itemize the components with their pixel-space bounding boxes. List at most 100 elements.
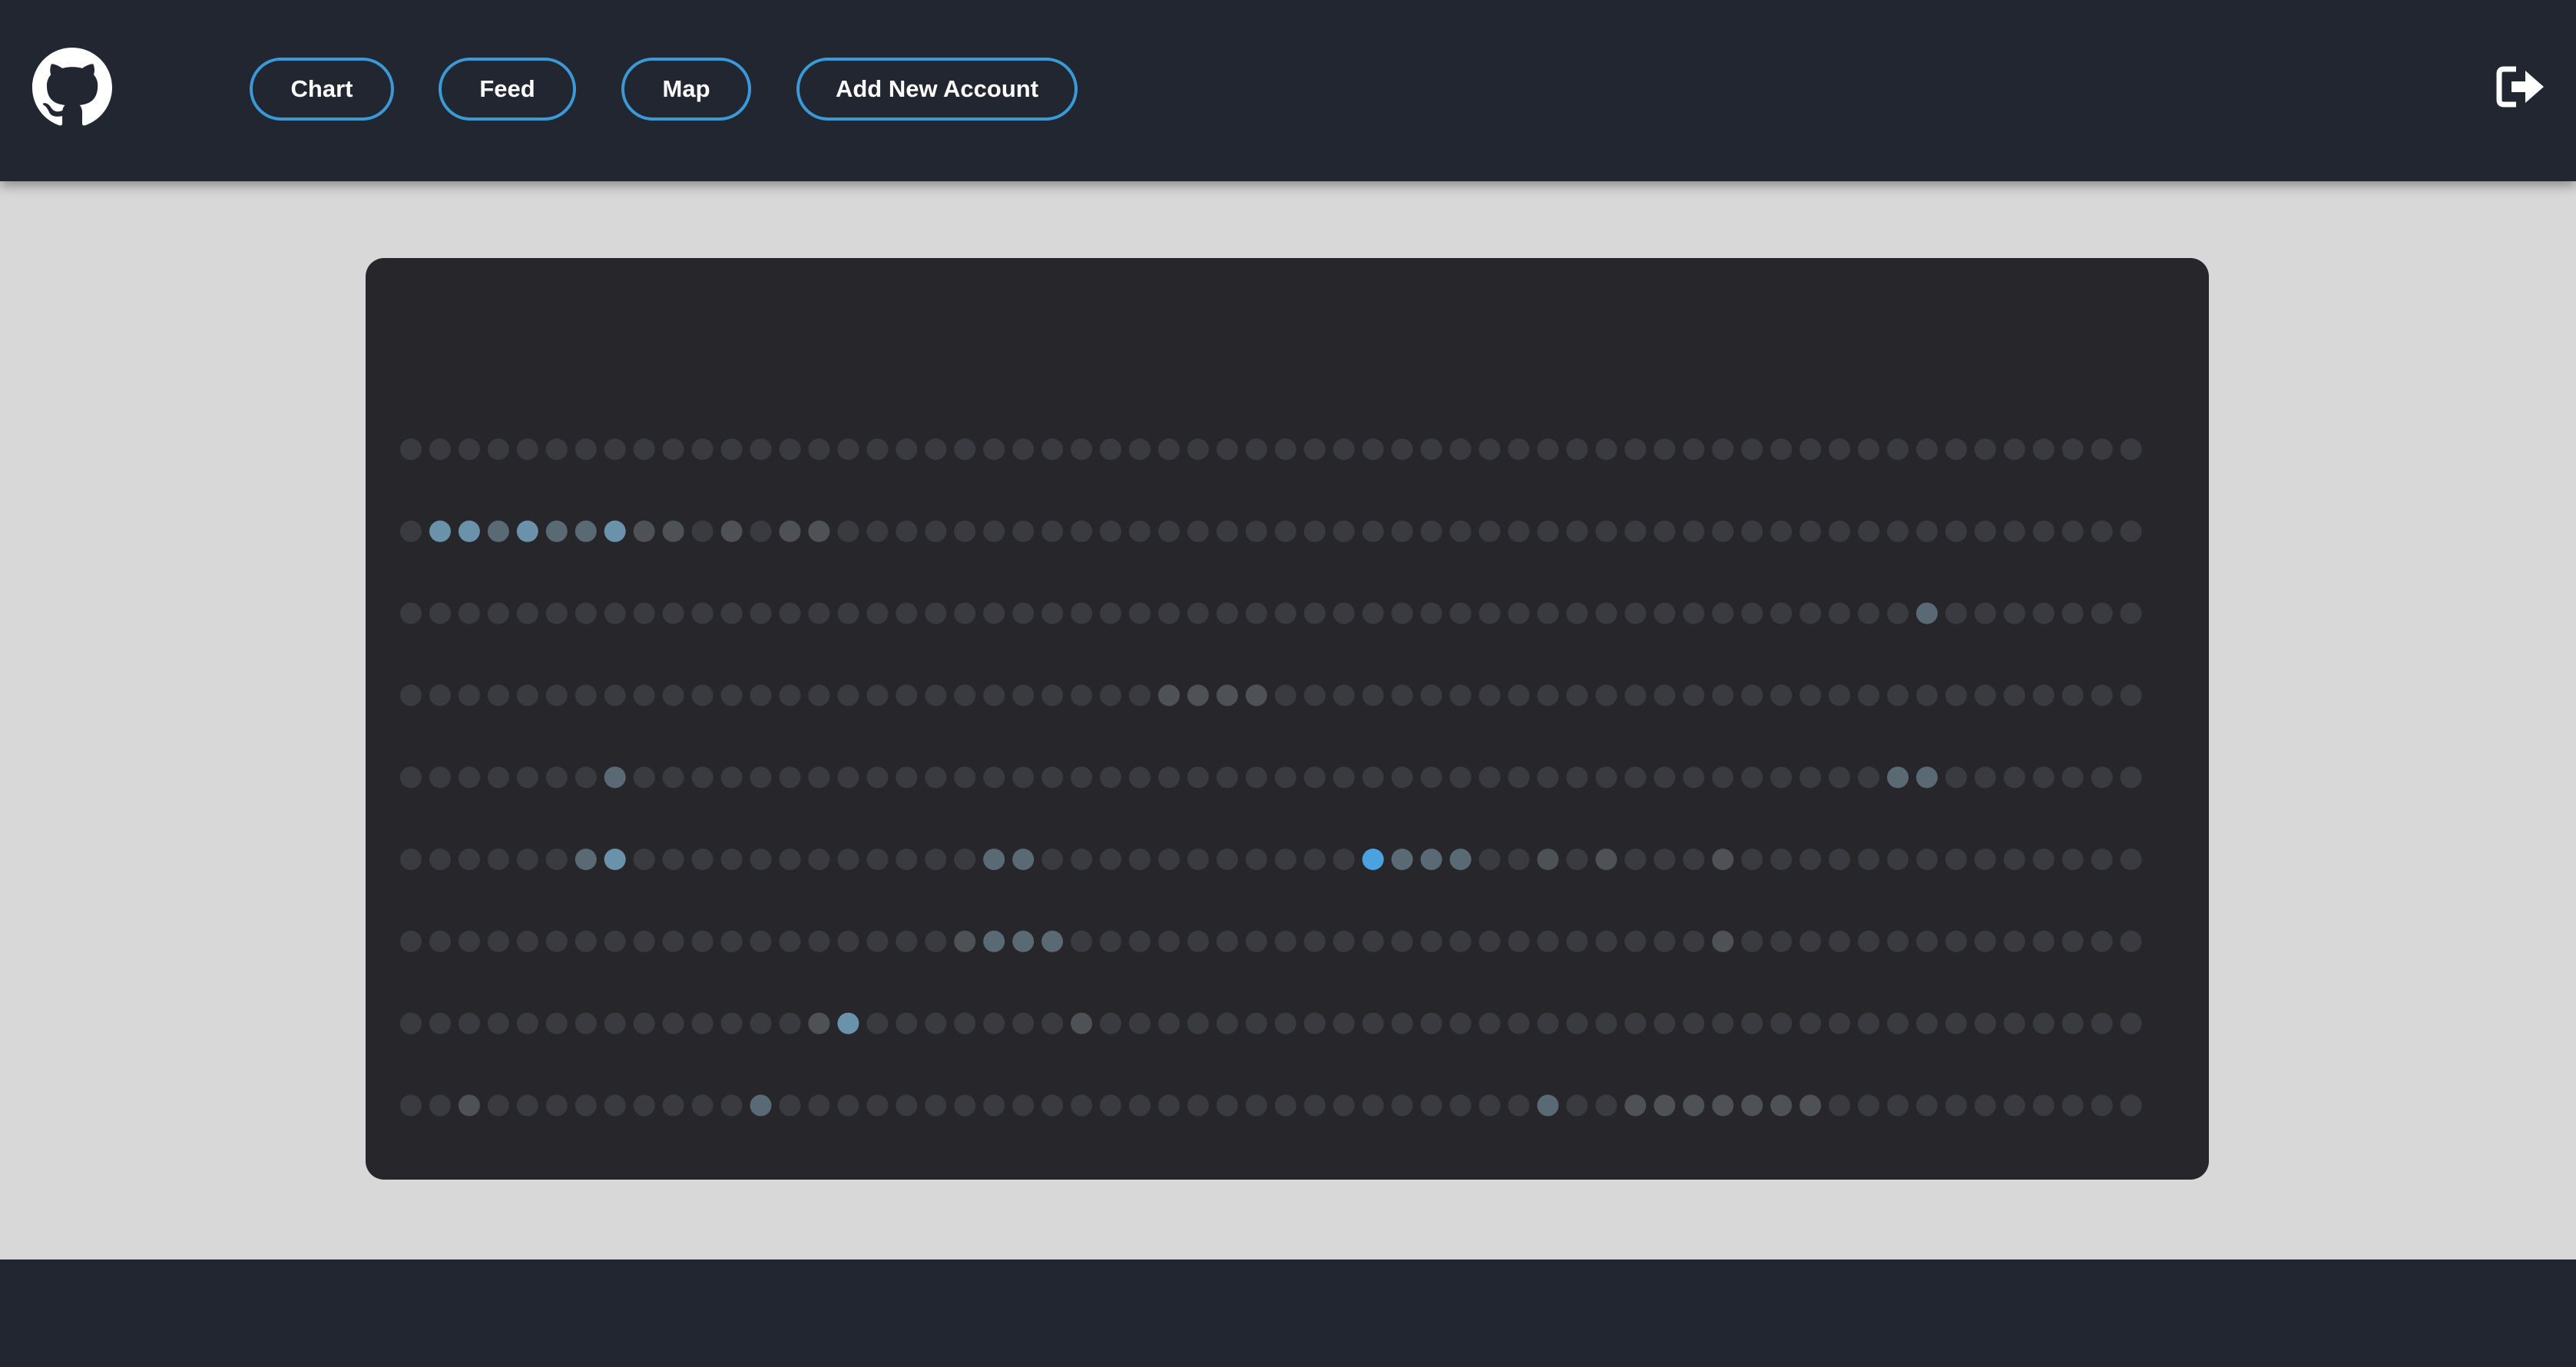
heatmap-cell <box>1712 1012 1734 1034</box>
heatmap-cell <box>1915 766 1938 789</box>
heatmap-cell <box>1391 930 1413 952</box>
heatmap-cell <box>1741 439 1763 460</box>
heatmap-cell <box>574 684 597 707</box>
heatmap-cell <box>720 766 743 789</box>
heatmap-cell <box>1071 439 1093 460</box>
heatmap-cell <box>1829 1012 1850 1034</box>
chart-button[interactable]: Chart <box>250 58 394 121</box>
heatmap-cell <box>1303 849 1326 870</box>
heatmap-cell <box>1333 766 1355 789</box>
heatmap-cell <box>1624 439 1647 460</box>
heatmap-cell <box>1945 930 1967 952</box>
heatmap-cell <box>1974 684 1996 707</box>
heatmap-cell <box>691 520 714 542</box>
heatmap-cell <box>1012 930 1035 952</box>
heatmap-cell <box>1712 520 1734 542</box>
heatmap-cell <box>516 766 538 789</box>
heatmap-cell <box>1915 1012 1938 1034</box>
heatmap-cell <box>925 439 947 460</box>
heatmap-cell <box>691 602 714 624</box>
heatmap-cell <box>750 930 772 952</box>
heatmap-cell <box>808 1094 830 1117</box>
heatmap-cell <box>400 766 422 789</box>
heatmap-cell <box>1770 1094 1793 1117</box>
heatmap-cell <box>1654 520 1676 542</box>
sign-out-icon[interactable] <box>2496 65 2545 109</box>
feed-button[interactable]: Feed <box>439 58 576 121</box>
heatmap-cell <box>1012 520 1035 542</box>
heatmap-cell <box>750 684 772 707</box>
heatmap-cell <box>1624 684 1647 707</box>
heatmap-cell <box>1420 930 1442 952</box>
heatmap-cell <box>1303 520 1326 542</box>
heatmap-cell <box>750 1012 772 1034</box>
heatmap-cell <box>1770 849 1793 870</box>
heatmap-cell <box>896 1094 918 1117</box>
heatmap-cell <box>2003 602 2025 624</box>
heatmap-cell <box>779 439 801 460</box>
heatmap-cell <box>2061 1012 2084 1034</box>
heatmap-cell <box>1391 439 1413 460</box>
heatmap-cell <box>1829 1094 1850 1117</box>
heatmap-cell <box>1654 766 1676 789</box>
heatmap-cell <box>1624 930 1647 952</box>
heatmap-cell <box>604 602 626 624</box>
heatmap-cell <box>1887 602 1909 624</box>
map-button[interactable]: Map <box>621 58 751 121</box>
add-new-account-button[interactable]: Add New Account <box>796 58 1078 121</box>
heatmap-cell <box>983 684 1005 707</box>
heatmap-cell <box>1071 1094 1093 1117</box>
heatmap-cell <box>1829 849 1850 870</box>
heatmap-cell <box>1770 439 1793 460</box>
heatmap-cell <box>808 602 830 624</box>
heatmap-cell <box>1071 930 1093 952</box>
github-icon[interactable] <box>32 48 112 127</box>
heatmap-cell <box>808 849 830 870</box>
top-navbar: Chart Feed Map Add New Account <box>0 0 2576 181</box>
heatmap-cell <box>1537 684 1559 707</box>
heatmap-cell <box>1915 520 1938 542</box>
heatmap-cell <box>983 849 1005 870</box>
heatmap-cell <box>1245 602 1267 624</box>
heatmap-cell <box>779 684 801 707</box>
heatmap-cell <box>604 930 626 952</box>
heatmap-cell <box>633 684 655 707</box>
heatmap-cell <box>1741 766 1763 789</box>
heatmap-cell <box>458 766 480 789</box>
heatmap-cell <box>1770 766 1793 789</box>
heatmap-cell <box>1829 602 1850 624</box>
heatmap-cell <box>1683 766 1705 789</box>
heatmap-cell <box>458 684 480 707</box>
heatmap-cell <box>1245 766 1267 789</box>
heatmap-cell <box>1741 602 1763 624</box>
heatmap-cell <box>2003 930 2025 952</box>
main-content <box>0 181 2576 1259</box>
heatmap-cell <box>1391 684 1413 707</box>
heatmap-cell <box>604 684 626 707</box>
heatmap-cell <box>1187 930 1209 952</box>
heatmap-cell <box>1071 602 1093 624</box>
heatmap-cell <box>487 684 509 707</box>
heatmap-cell <box>866 602 889 624</box>
heatmap-cell <box>1829 766 1850 789</box>
heatmap-cell <box>1333 1094 1355 1117</box>
heatmap-cell <box>2032 1012 2055 1034</box>
heatmap-cell <box>1158 766 1180 789</box>
heatmap-cell <box>458 1094 480 1117</box>
heatmap-cell <box>545 849 568 870</box>
heatmap-cell <box>545 684 568 707</box>
heatmap-cell <box>2032 684 2055 707</box>
heatmap-cell <box>1041 684 1064 707</box>
heatmap-cell <box>574 930 597 952</box>
heatmap-cell <box>866 930 889 952</box>
heatmap-cell <box>896 684 918 707</box>
heatmap-cell <box>1012 766 1035 789</box>
heatmap-cell <box>662 849 684 870</box>
heatmap-cell <box>1012 849 1035 870</box>
heatmap-cell <box>487 520 509 542</box>
heatmap-cell <box>1770 602 1793 624</box>
heatmap-cell <box>1333 930 1355 952</box>
heatmap-cell <box>516 1012 538 1034</box>
heatmap-cell <box>2003 766 2025 789</box>
heatmap-cell <box>1012 439 1035 460</box>
